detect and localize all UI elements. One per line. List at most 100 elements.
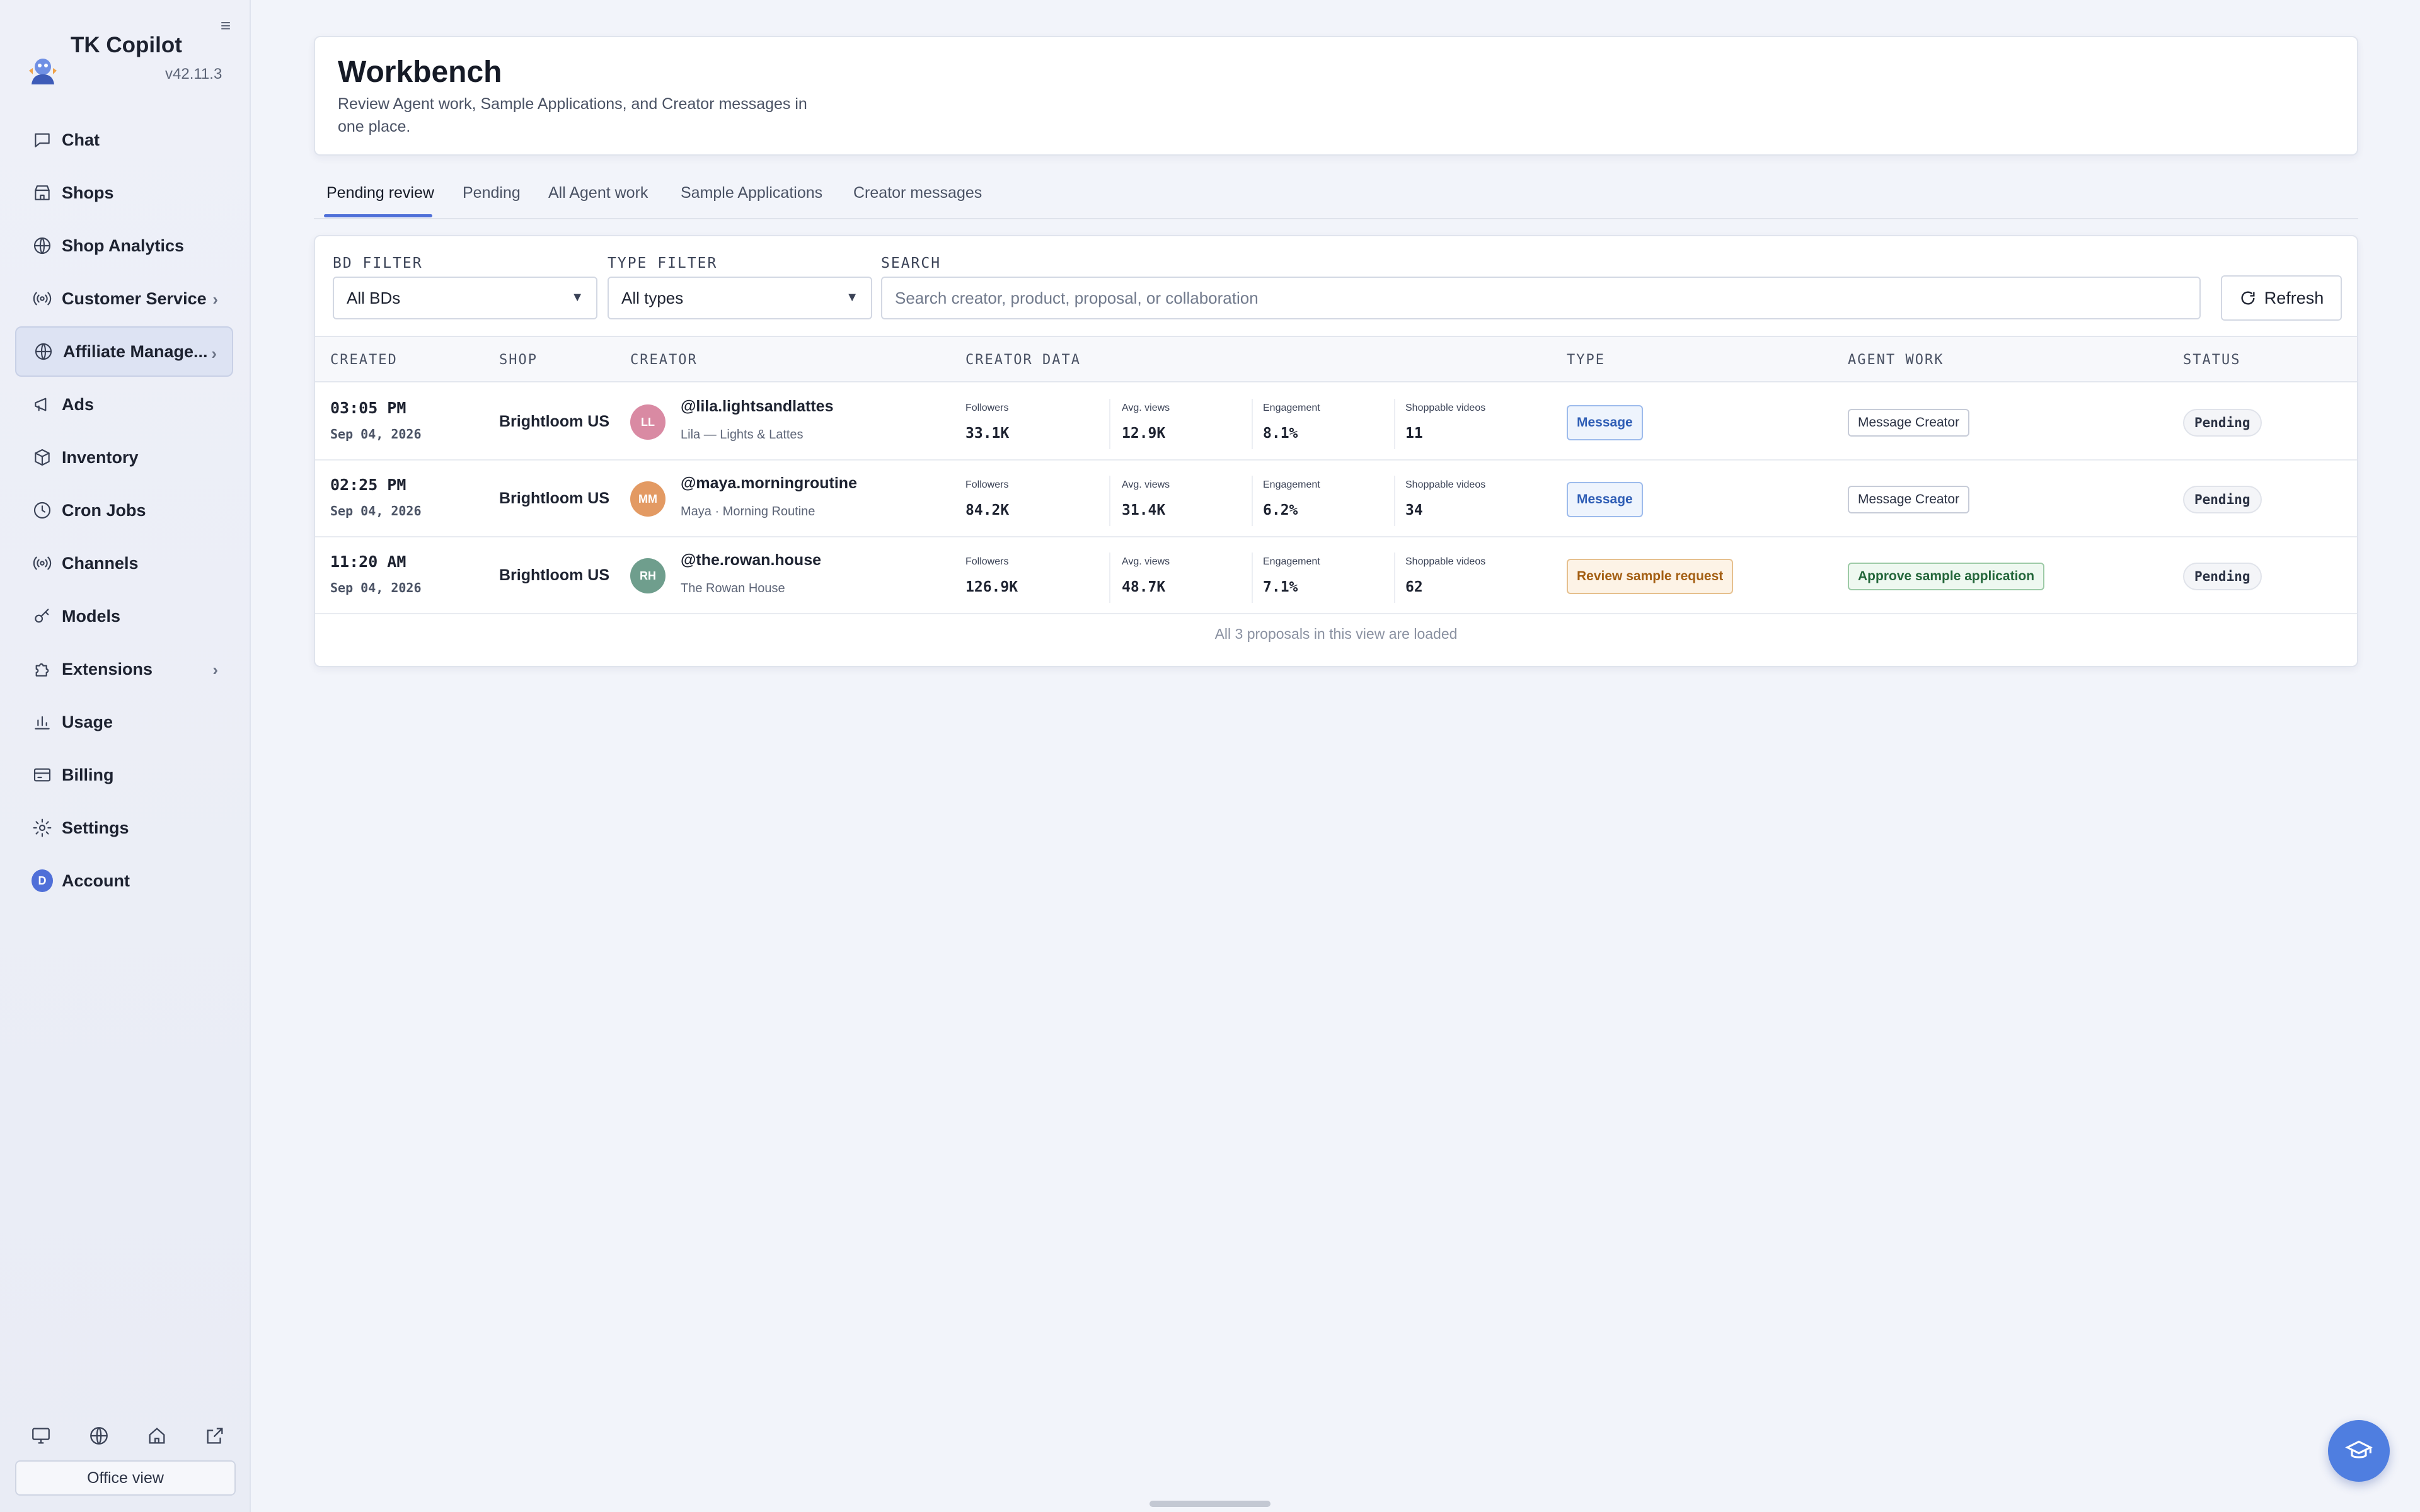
puzzle-icon <box>32 658 53 680</box>
column-header-status[interactable]: STATUS <box>2183 352 2240 368</box>
office-view-button[interactable]: Office view <box>15 1460 236 1496</box>
column-header-creator-data[interactable]: CREATOR DATA <box>965 352 1081 368</box>
sidebar-item-chat[interactable]: Chat <box>15 115 233 165</box>
agent-work-button[interactable]: Approve sample application <box>1848 563 2045 590</box>
bd-filter-select[interactable]: All BDs ▼ <box>333 277 597 319</box>
key-icon <box>32 605 53 627</box>
metric-divider <box>1109 399 1110 449</box>
sidebar-item-customer-service[interactable]: Customer Service › <box>15 273 233 324</box>
sidebar-item-shops[interactable]: Shops <box>15 168 233 218</box>
type-badge[interactable]: Message <box>1567 405 1643 440</box>
broadcast-icon <box>32 288 53 309</box>
sidebar-item-label: Customer Service <box>62 289 207 308</box>
agent-work-button[interactable]: Message Creator <box>1848 409 1970 437</box>
metric-engagement: Engagement 8.1% <box>1263 403 1320 442</box>
creator-handle[interactable]: @maya.morningroutine <box>681 474 857 493</box>
megaphone-icon <box>32 394 53 415</box>
column-header-shop[interactable]: SHOP <box>499 352 538 368</box>
proposals-table-card: BD FILTER All BDs ▼ TYPE FILTER All type… <box>314 235 2358 667</box>
refresh-button[interactable]: Refresh <box>2221 275 2342 321</box>
sidebar-item-cron-jobs[interactable]: Cron Jobs <box>15 485 233 536</box>
page-title: Workbench <box>338 55 502 89</box>
metric-engagement: Engagement 7.1% <box>1263 556 1320 595</box>
metric-value: 62 <box>1405 579 1423 595</box>
sidebar-item-ads[interactable]: Ads <box>15 379 233 430</box>
sidebar-item-settings[interactable]: Settings <box>15 803 233 853</box>
globe-icon[interactable] <box>88 1425 110 1450</box>
sidebar-item-inventory[interactable]: Inventory <box>15 432 233 483</box>
creator-avatar: RH <box>630 558 666 593</box>
created-date: Sep 04, 2026 <box>330 427 422 442</box>
table-row[interactable]: 02:25 PM Sep 04, 2026 Brightloom US MM @maya… <box>315 461 2357 537</box>
help-button[interactable] <box>2328 1420 2390 1482</box>
sidebar-item-label: Settings <box>62 818 129 837</box>
column-header-created[interactable]: CREATED <box>330 352 398 368</box>
tab-pending[interactable]: Pending <box>463 184 521 202</box>
metric-label: Followers <box>965 556 1009 567</box>
tab-pending-review[interactable]: Pending review <box>326 184 434 202</box>
page-subtitle: Review Agent work, Sample Applications, … <box>338 95 807 135</box>
tab-all-agent-work[interactable]: All Agent work <box>548 184 648 202</box>
creator-display-name: Maya · Morning Routine <box>681 505 815 518</box>
sidebar-item-account[interactable]: D Account <box>15 856 233 906</box>
metric-value: 126.9K <box>965 579 1018 595</box>
metric-divider <box>1252 476 1253 526</box>
metric-divider <box>1109 476 1110 526</box>
metric-label: Followers <box>965 403 1009 413</box>
agent-work-button[interactable]: Message Creator <box>1848 486 1970 513</box>
column-header-agent-work[interactable]: AGENT WORK <box>1848 352 1944 368</box>
shop-name: Brightloom US <box>499 566 609 584</box>
status-badge: Pending <box>2183 486 2262 513</box>
column-header-creator[interactable]: CREATOR <box>630 352 698 368</box>
sidebar-item-label: Shops <box>62 183 114 202</box>
column-header-type[interactable]: TYPE <box>1567 352 1605 368</box>
sidebar-item-shop-analytics[interactable]: Shop Analytics <box>15 220 233 271</box>
sidebar-item-models[interactable]: Models <box>15 591 233 641</box>
sidebar-item-label: Models <box>62 606 121 626</box>
sidebar-item-label: Account <box>62 871 130 890</box>
sidebar-item-channels[interactable]: Channels <box>15 538 233 588</box>
type-filter-select[interactable]: All types ▼ <box>608 277 872 319</box>
metric-label: Shoppable videos <box>1405 556 1486 567</box>
horizontal-scrollbar[interactable] <box>1150 1501 1270 1507</box>
metric-divider <box>1252 399 1253 449</box>
tab-sample-applications[interactable]: Sample Applications <box>681 184 822 202</box>
table-row[interactable]: 03:05 PM Sep 04, 2026 Brightloom US LL @lila… <box>315 384 2357 461</box>
sidebar-footer-icons <box>30 1425 226 1450</box>
creator-avatar: LL <box>630 404 666 440</box>
creator-handle[interactable]: @the.rowan.house <box>681 551 821 570</box>
globe-icon <box>32 235 53 256</box>
sidebar-item-billing[interactable]: Billing <box>15 750 233 800</box>
sidebar-item-label: Inventory <box>62 447 139 467</box>
tab-bar: Pending review Pending All Agent work Sa… <box>314 178 2358 219</box>
sidebar-item-usage[interactable]: Usage <box>15 697 233 747</box>
monitor-icon[interactable] <box>30 1425 52 1450</box>
tab-creator-messages[interactable]: Creator messages <box>853 184 982 202</box>
menu-icon[interactable]: ≡ <box>214 16 237 35</box>
sidebar-item-affiliate-manage[interactable]: Affiliate Manage... › <box>15 326 233 377</box>
external-link-icon[interactable] <box>204 1425 226 1450</box>
brand[interactable]: TK Copilot v42.11.3 <box>25 28 233 91</box>
caret-down-icon: ▼ <box>571 290 584 304</box>
metric-label: Engagement <box>1263 556 1320 567</box>
metric-label: Avg. views <box>1122 556 1170 567</box>
sidebar-item-extensions[interactable]: Extensions › <box>15 644 233 694</box>
globe-icon <box>33 341 54 362</box>
search-input[interactable] <box>881 277 2201 319</box>
metric-value: 48.7K <box>1122 579 1166 595</box>
type-badge[interactable]: Review sample request <box>1567 559 1734 594</box>
created-time: 11:20 AM <box>330 553 406 571</box>
table-row[interactable]: 11:20 AM Sep 04, 2026 Brightloom US RH @the.… <box>315 537 2357 614</box>
home-icon[interactable] <box>146 1425 168 1450</box>
metric-followers: Followers 84.2K <box>965 479 1009 518</box>
creator-display-name: The Rowan House <box>681 581 785 595</box>
metric-divider <box>1394 399 1395 449</box>
type-badge[interactable]: Message <box>1567 482 1643 517</box>
creator-handle[interactable]: @lila.lightsandlattes <box>681 398 833 416</box>
metric-label: Shoppable videos <box>1405 403 1486 413</box>
metric-followers: Followers 126.9K <box>965 556 1018 595</box>
sidebar-item-label: Usage <box>62 712 113 731</box>
sidebar-item-label: Extensions <box>62 659 153 679</box>
metric-label: Engagement <box>1263 479 1320 490</box>
metric-label: Engagement <box>1263 403 1320 413</box>
